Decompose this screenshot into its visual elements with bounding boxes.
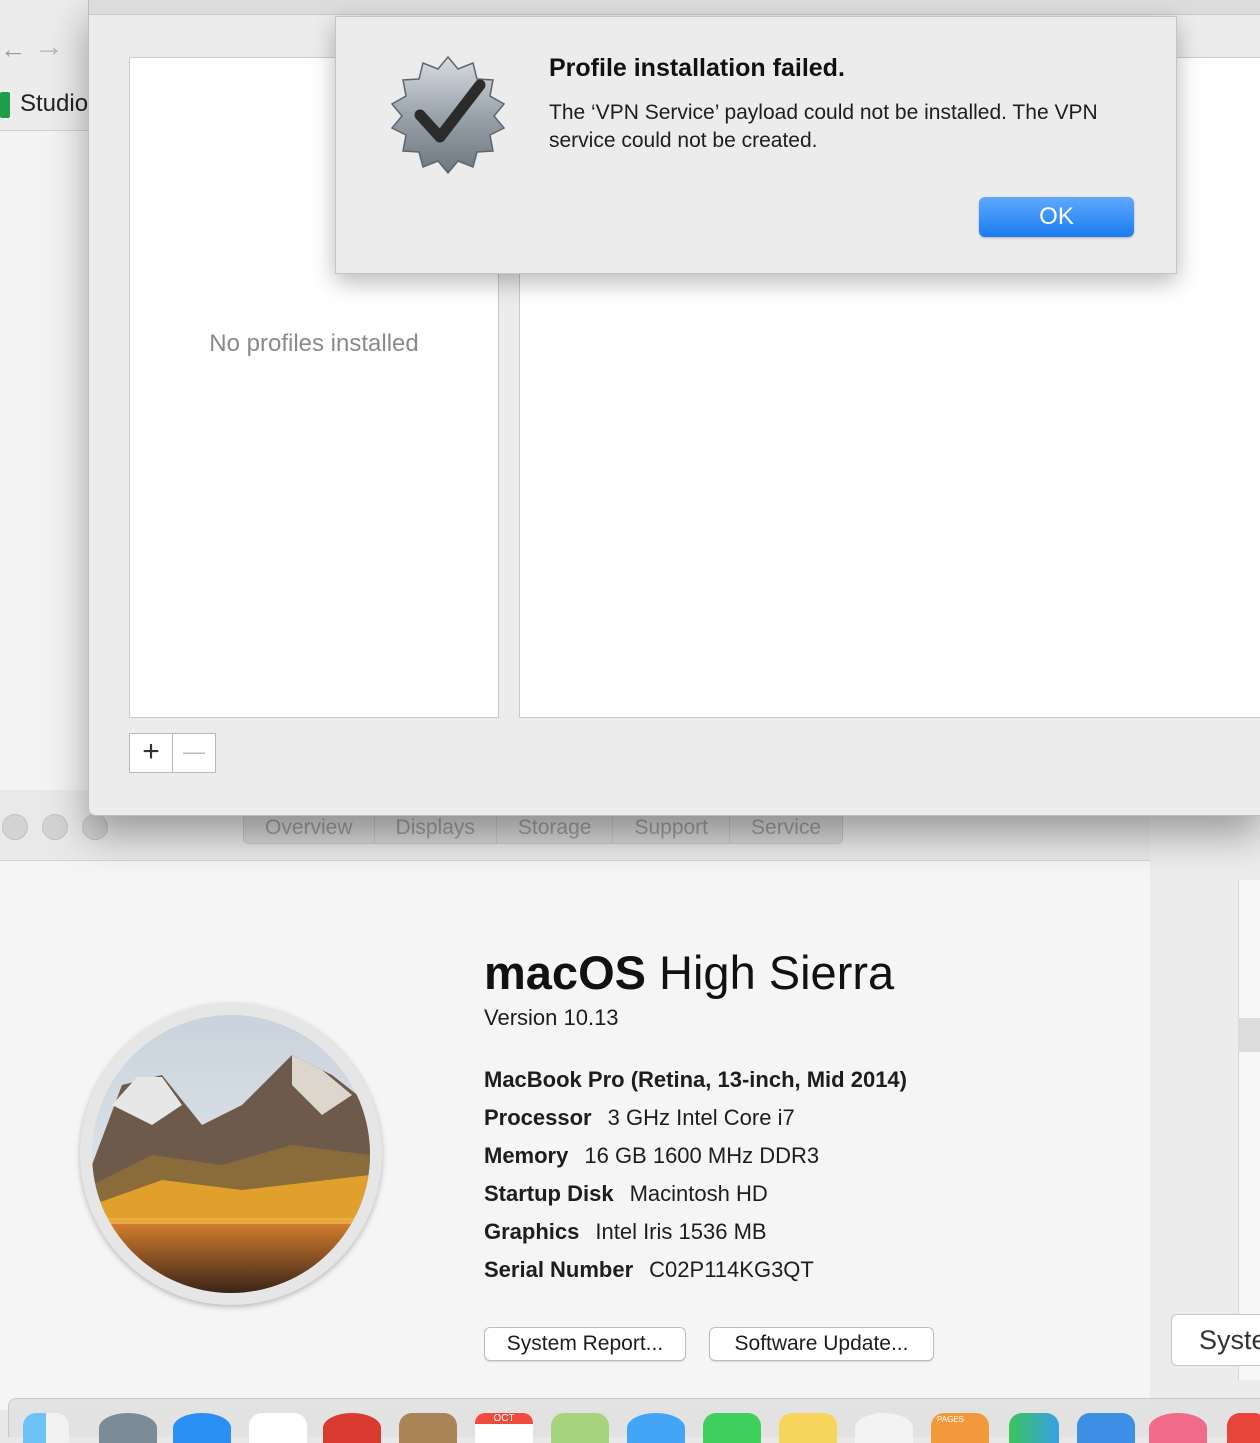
os-name: macOS High Sierra: [484, 946, 895, 999]
app-icon[interactable]: [1227, 1413, 1260, 1443]
macos-high-sierra-logo-icon: [80, 1003, 382, 1305]
spec-graphics: Graphics Intel Iris 1536 MB: [484, 1219, 767, 1244]
dock: OCT PAGES: [8, 1398, 1260, 1443]
pages-icon[interactable]: PAGES: [931, 1413, 989, 1443]
tab-overview[interactable]: Overview: [244, 813, 375, 843]
alert-title: Profile installation failed.: [549, 54, 845, 82]
notes-icon[interactable]: [779, 1413, 837, 1443]
keynote-icon[interactable]: [1077, 1413, 1135, 1443]
add-profile-button[interactable]: +: [129, 733, 173, 773]
tab-service[interactable]: Service: [730, 813, 842, 843]
plus-icon: +: [142, 735, 160, 768]
spec-memory: Memory 16 GB 1600 MHz DDR3: [484, 1143, 820, 1168]
minus-icon: —: [183, 739, 205, 764]
calendar-icon[interactable]: OCT: [475, 1413, 533, 1443]
launchpad-icon[interactable]: [99, 1413, 157, 1443]
tab-support[interactable]: Support: [613, 813, 731, 843]
app-grid-icon[interactable]: [249, 1413, 307, 1443]
tab-storage[interactable]: Storage: [497, 813, 614, 843]
finder-icon[interactable]: [23, 1413, 69, 1443]
zoom-window-icon[interactable]: [82, 814, 108, 840]
remove-profile-button[interactable]: —: [172, 733, 216, 773]
calendar-month: OCT: [475, 1413, 533, 1424]
about-this-mac-window: Overview Displays Storage Support Servic…: [0, 790, 1151, 1410]
browser-tab-label[interactable]: Studio: [20, 90, 88, 118]
alert-message: The ‘VPN Service’ payload could not be i…: [549, 101, 1098, 152]
messages-icon[interactable]: [627, 1413, 685, 1443]
close-window-icon[interactable]: [2, 814, 28, 840]
facetime-icon[interactable]: [703, 1413, 761, 1443]
right-window-list: [1238, 880, 1260, 1380]
verified-badge-icon: [390, 55, 506, 175]
ok-button[interactable]: OK: [979, 197, 1134, 237]
no-profiles-label: No profiles installed: [209, 330, 419, 357]
minimize-window-icon[interactable]: [42, 814, 68, 840]
pages-label: PAGES: [937, 1415, 964, 1424]
forward-arrow-icon[interactable]: →: [34, 30, 64, 64]
photos-icon[interactable]: [855, 1413, 913, 1443]
contacts-icon[interactable]: [399, 1413, 457, 1443]
profiles-toolbar-edge: [89, 0, 1260, 15]
safari-icon[interactable]: [173, 1413, 231, 1443]
itunes-icon[interactable]: [1149, 1413, 1207, 1443]
chrome-icon[interactable]: [323, 1413, 381, 1443]
about-tab-bar: Overview Displays Storage Support Servic…: [243, 812, 844, 844]
spec-serial-number: Serial Number C02P114KG3QT: [484, 1257, 814, 1282]
profile-error-alert: Profile installation failed. The ‘VPN Se…: [335, 16, 1177, 274]
right-window-button[interactable]: Syste: [1171, 1314, 1260, 1366]
sheets-icon: [0, 92, 10, 118]
maps-icon[interactable]: [551, 1413, 609, 1443]
os-version: Version 10.13: [484, 1005, 619, 1030]
spec-startup-disk: Startup Disk Macintosh HD: [484, 1181, 768, 1206]
numbers-icon[interactable]: [1009, 1413, 1059, 1443]
tab-displays[interactable]: Displays: [375, 813, 497, 843]
mac-model: MacBook Pro (Retina, 13-inch, Mid 2014): [484, 1067, 907, 1092]
back-arrow-icon[interactable]: ←: [0, 34, 26, 65]
system-report-button[interactable]: System Report...: [484, 1327, 686, 1361]
right-background-window: Syste: [1150, 790, 1260, 1410]
right-window-selected-row[interactable]: [1238, 1018, 1260, 1052]
software-update-button[interactable]: Software Update...: [709, 1327, 934, 1361]
spec-processor: Processor 3 GHz Intel Core i7: [484, 1105, 795, 1130]
